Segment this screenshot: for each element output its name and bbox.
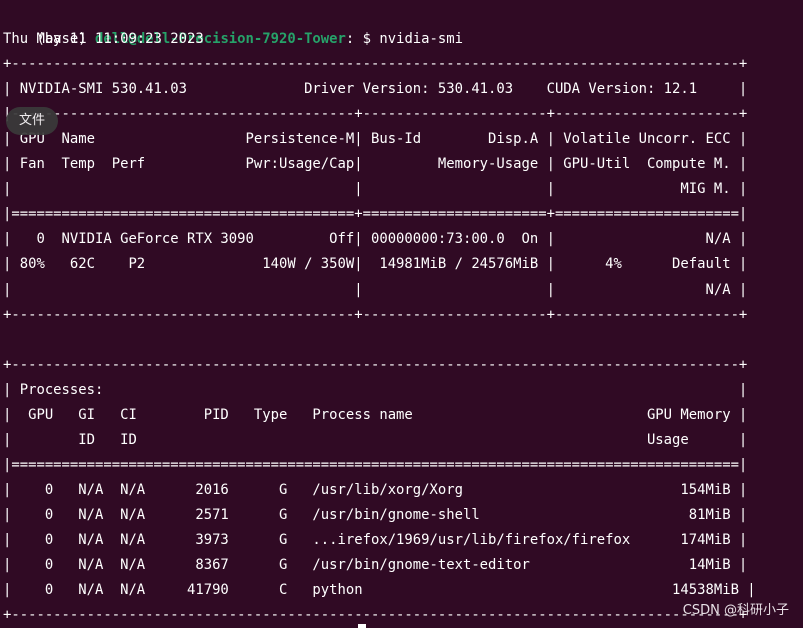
watermark: CSDN @科研小子: [682, 603, 789, 618]
output-line: | 0 NVIDIA GeForce RTX 3090 Off| 0000000…: [3, 231, 748, 248]
prompt-symbol: $: [354, 31, 380, 47]
output-line: | NVIDIA-SMI 530.41.03 Driver Version: 5…: [3, 81, 748, 98]
output-line: +---------------------------------------…: [3, 356, 748, 373]
output-line: | | | MIG M. |: [3, 181, 748, 198]
file-tooltip[interactable]: 文件: [6, 107, 58, 135]
terminal-window[interactable]: (base) dell@dell-Precision-7920-Tower: $…: [0, 0, 803, 628]
output-line: +---------------------------------------…: [3, 306, 748, 323]
output-line: | 0 N/A N/A 41790 C python 14538MiB |: [3, 582, 756, 599]
output-line: | ID ID Usage |: [3, 431, 748, 448]
text-cursor: [358, 624, 366, 628]
output-line: Thu May 11 11:09:23 2023: [3, 31, 204, 47]
output-line: | Fan Temp Perf Pwr:Usage/Cap| Memory-Us…: [3, 156, 748, 173]
output-line: +---------------------------------------…: [3, 607, 748, 624]
output-line: | 0 N/A N/A 3973 G ...irefox/1969/usr/li…: [3, 532, 748, 548]
output-line: | 0 N/A N/A 8367 G /usr/bin/gnome-text-e…: [3, 557, 748, 574]
command-text: nvidia-smi: [379, 31, 463, 47]
output-line: | GPU GI CI PID Type Process name GPU Me…: [3, 406, 748, 423]
output-line: +---------------------------------------…: [3, 56, 748, 73]
output-line: |=======================================…: [3, 456, 748, 473]
output-line: | GPU Name Persistence-M| Bus-Id Disp.A …: [3, 131, 748, 148]
output-line: |=======================================…: [3, 206, 748, 223]
output-line: | 80% 62C P2 140W / 350W| 14981MiB / 245…: [3, 256, 748, 273]
output-line: | 0 N/A N/A 2571 G /usr/bin/gnome-shell …: [3, 506, 748, 523]
output-line: | | | N/A |: [3, 281, 748, 298]
prompt-separator: :: [345, 31, 355, 47]
output-line: |---------------------------------------…: [3, 106, 748, 123]
output-line: | 0 N/A N/A 2016 G /usr/lib/xorg/Xorg 15…: [3, 481, 748, 498]
output-line: | Processes: |: [3, 381, 748, 398]
command-prompt-line: (base) dell@dell-Precision-7920-Tower: $…: [3, 2, 463, 47]
